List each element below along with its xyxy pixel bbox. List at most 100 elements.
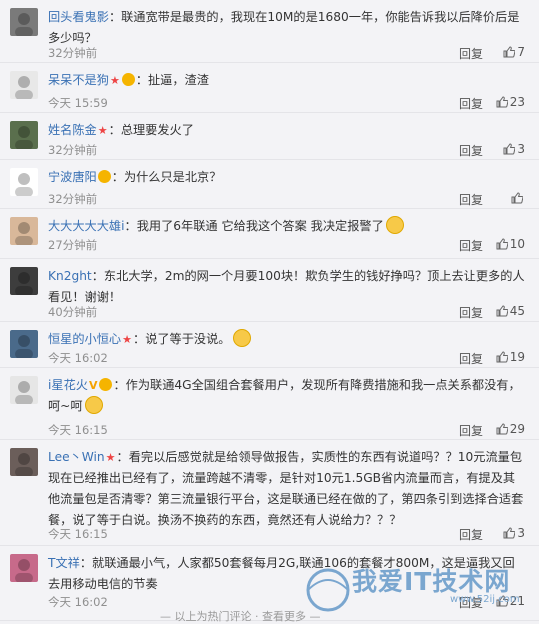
- reply-button[interactable]: 回复: [459, 422, 483, 439]
- like-button[interactable]: 3: [503, 142, 525, 156]
- timestamp: 今天 16:02: [48, 595, 108, 609]
- thumbs-up-icon: [496, 238, 508, 250]
- separator: ：: [113, 378, 126, 392]
- verified-v-icon: V: [88, 379, 98, 392]
- list-item: 恒星的小恒心★：说了等于没说。 今天 16:02 回复 19: [0, 322, 539, 368]
- avatar[interactable]: [10, 554, 38, 582]
- avatar[interactable]: [10, 168, 38, 196]
- like-button[interactable]: 23: [496, 95, 525, 109]
- like-count: 7: [517, 45, 525, 59]
- username-link[interactable]: 呆呆不是狗: [48, 73, 109, 87]
- like-button[interactable]: 29: [496, 422, 525, 436]
- comment-line: 回头看鬼影：联通宽带是最贵的，我现在10M的是1680一年，你能告诉我以后降价后…: [48, 7, 525, 49]
- timestamp: 32分钟前: [48, 192, 98, 206]
- vip-star-icon: ★: [97, 124, 108, 137]
- footer-text: — 以上为热门评论 · 查看更多 —: [160, 610, 321, 623]
- list-item: 呆呆不是狗★ ：扯逼，渣渣今天 15:59 回复 23: [0, 63, 539, 113]
- username-link[interactable]: 大大大大大雄i: [48, 219, 125, 233]
- vip-star-icon: ★: [122, 333, 132, 346]
- watermark-logo: 我爱IT技术网 www.52ij.com: [300, 560, 535, 618]
- username-link[interactable]: 恒星的小恒心: [48, 332, 121, 346]
- thumbs-up-icon: [496, 96, 508, 108]
- comment-line: 大大大大大雄i：我用了6年联通 它给我这个答案 我决定报警了: [48, 216, 525, 237]
- comment-line: 姓名陈金★：总理要发火了: [48, 120, 525, 141]
- thumbs-up-icon: [496, 351, 508, 363]
- reply-button[interactable]: 回复: [459, 237, 483, 254]
- avatar[interactable]: [10, 376, 38, 404]
- reply-button[interactable]: 回复: [459, 142, 483, 159]
- thumbs-up-icon: [503, 46, 516, 58]
- avatar[interactable]: [10, 71, 38, 99]
- reply-button[interactable]: 回复: [459, 45, 483, 62]
- avatar[interactable]: [10, 8, 38, 36]
- reply-button[interactable]: 回复: [459, 526, 483, 543]
- watermark-title: 我爱IT技术网: [352, 567, 511, 596]
- list-item: 宁波唐阳 ：为什么只是北京？ 32分钟前 回复: [0, 160, 539, 209]
- gold-badge-icon: [121, 73, 135, 86]
- separator: ：: [135, 73, 148, 87]
- comment-text: 扯逼，渣渣: [148, 73, 209, 87]
- like-button[interactable]: 7: [503, 45, 525, 59]
- comment-line: i星花火V ：作为联通4G全国组合套餐用户，发现所有降费措施和我一点关系都没有，呵…: [48, 375, 525, 417]
- timestamp: 32分钟前: [48, 143, 98, 157]
- username-link[interactable]: i星花火: [48, 378, 88, 392]
- emoji-icon: [232, 329, 251, 347]
- timestamp: 今天 16:02: [48, 351, 108, 365]
- gold-badge-icon: [97, 170, 111, 183]
- list-item: i星花火V ：作为联通4G全国组合套餐用户，发现所有降费措施和我一点关系都没有，呵…: [0, 368, 539, 440]
- comment-text: 东北大学，2m的网一个月要100块！欺负学生的钱好挣吗？顶上去让更多的人看见！谢…: [48, 269, 525, 304]
- separator: ：: [116, 450, 129, 464]
- separator: ：: [133, 332, 146, 346]
- comment-line: 呆呆不是狗★ ：扯逼，渣渣: [48, 70, 525, 91]
- like-count: 3: [517, 142, 525, 156]
- like-button[interactable]: 19: [496, 350, 525, 364]
- thumbs-up-icon: [496, 423, 508, 435]
- avatar[interactable]: [10, 217, 38, 245]
- separator: ：: [111, 170, 124, 184]
- like-button[interactable]: 10: [496, 237, 525, 251]
- reply-button[interactable]: 回复: [459, 350, 483, 367]
- timestamp: 32分钟前: [48, 46, 98, 60]
- avatar[interactable]: [10, 121, 38, 149]
- like-count: 10: [509, 237, 525, 251]
- like-count: 3: [517, 526, 525, 540]
- username-link[interactable]: 姓名陈金: [48, 123, 97, 137]
- timestamp: 今天 15:59: [48, 96, 108, 110]
- timestamp: 今天 16:15: [48, 527, 108, 541]
- list-item: 回头看鬼影：联通宽带是最贵的，我现在10M的是1680一年，你能告诉我以后降价后…: [0, 0, 539, 63]
- avatar[interactable]: [10, 448, 38, 476]
- like-button[interactable]: [511, 191, 525, 205]
- timestamp: 今天 16:15: [48, 423, 108, 437]
- emoji-icon: [385, 216, 404, 234]
- separator: ：: [91, 269, 104, 283]
- comment-list: 回头看鬼影：联通宽带是最贵的，我现在10M的是1680一年，你能告诉我以后降价后…: [0, 0, 539, 621]
- username-link[interactable]: Kn2ght: [48, 269, 92, 283]
- username-link[interactable]: 回头看鬼影: [48, 10, 109, 24]
- reply-button[interactable]: 回复: [459, 95, 483, 112]
- reply-button[interactable]: 回复: [459, 304, 483, 321]
- like-button[interactable]: 3: [503, 526, 525, 540]
- avatar[interactable]: [10, 330, 38, 358]
- thumbs-up-icon: [511, 192, 523, 204]
- username-link[interactable]: 宁波唐阳: [48, 170, 97, 184]
- thumbs-up-icon: [503, 143, 516, 155]
- separator: ：: [79, 556, 93, 570]
- comment-text: 总理要发火了: [120, 123, 194, 137]
- avatar[interactable]: [10, 267, 38, 295]
- vip-star-icon: ★: [105, 451, 116, 464]
- list-item: 姓名陈金★：总理要发火了 32分钟前 回复 3: [0, 113, 539, 160]
- separator: ：: [108, 10, 122, 24]
- separator: ：: [124, 219, 137, 233]
- list-item: Lee丶Win★：看完以后感觉就是给领导做报告，实质性的东西有说道吗？？10元流…: [0, 440, 539, 546]
- comment-line: 宁波唐阳 ：为什么只是北京？: [48, 167, 525, 188]
- watermark-url: www.52ij.com: [450, 594, 520, 605]
- like-count: 23: [509, 95, 525, 109]
- username-link[interactable]: Lee丶Win: [48, 450, 105, 464]
- thumbs-up-icon: [503, 527, 516, 539]
- comment-text: 我用了6年联通 它给我这个答案 我决定报警了: [136, 219, 384, 233]
- comment-text: 为什么只是北京？: [123, 170, 222, 184]
- username-link[interactable]: T文祥: [48, 556, 80, 570]
- vip-star-icon: ★: [109, 74, 120, 87]
- reply-button[interactable]: 回复: [459, 191, 483, 208]
- like-button[interactable]: 45: [496, 304, 525, 318]
